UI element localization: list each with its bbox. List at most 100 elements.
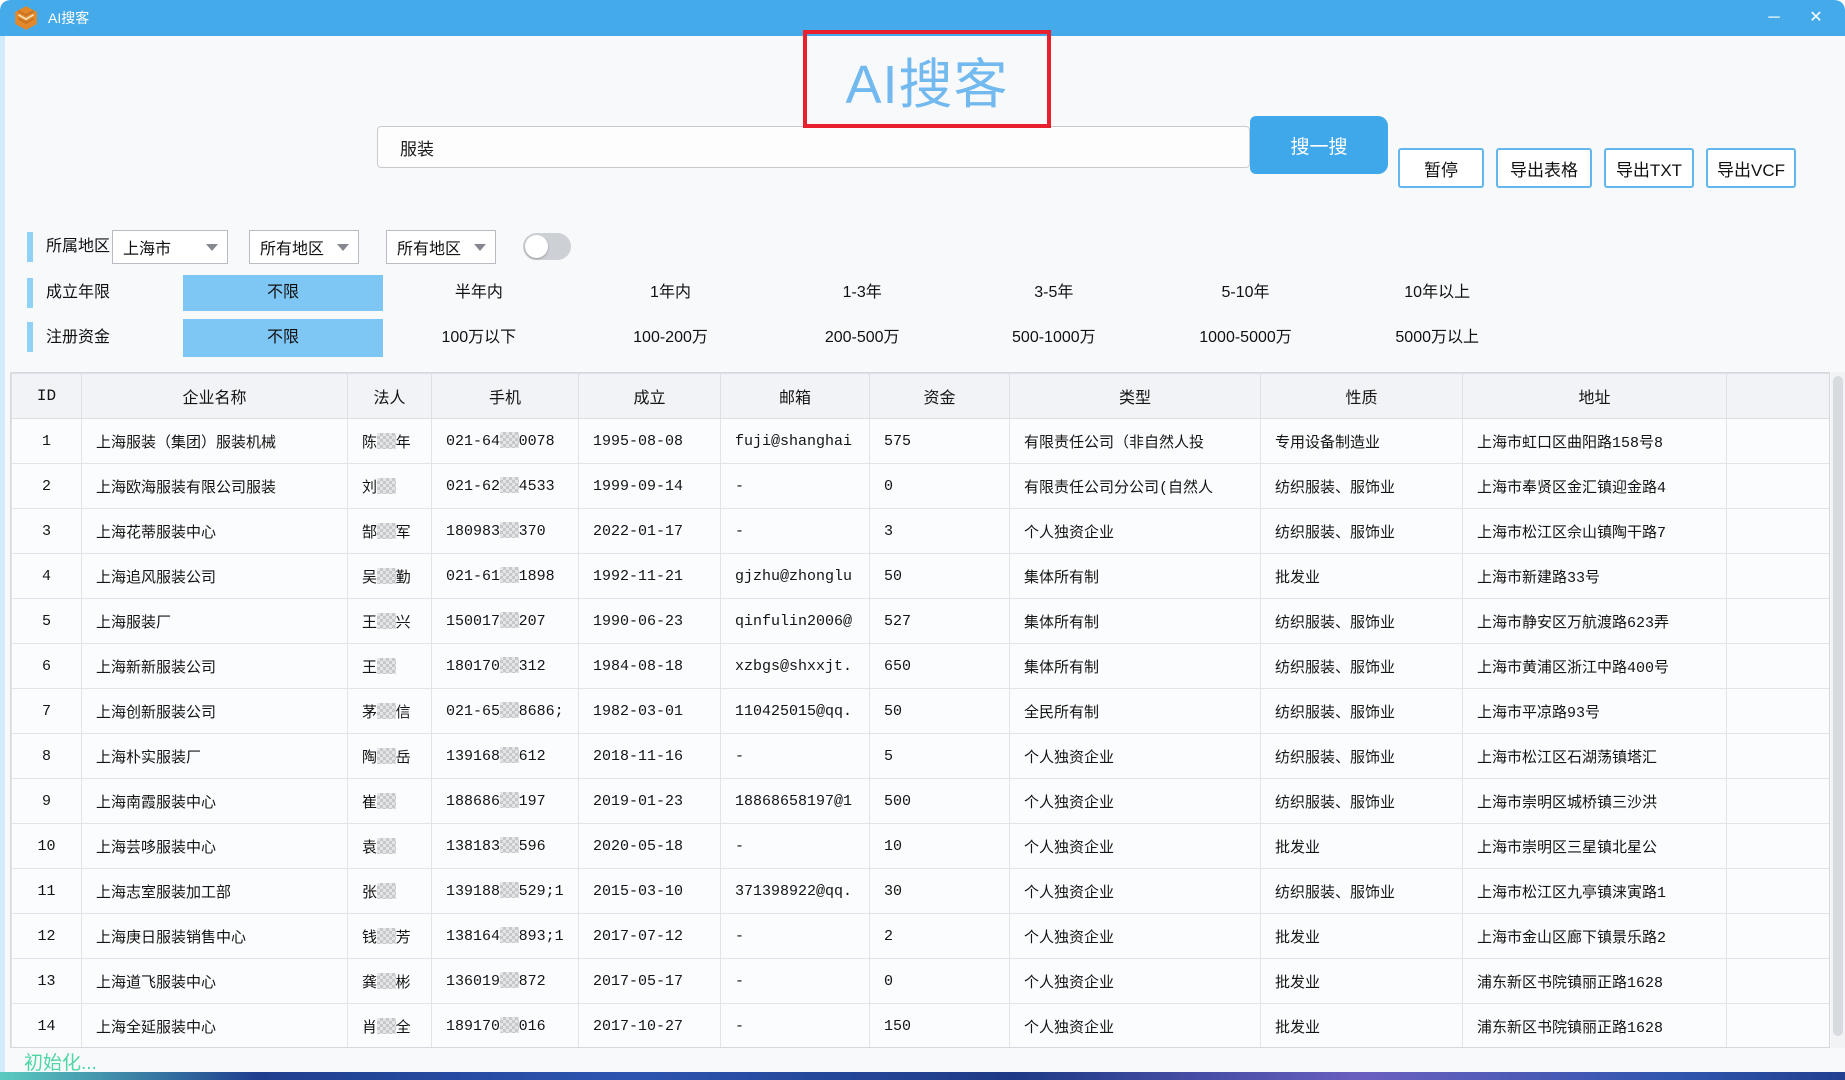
cell-extra [1727, 419, 1831, 464]
cell-phone: 021-624533 [432, 464, 579, 509]
pause-button[interactable]: 暂停 [1398, 148, 1484, 188]
cell-extra [1727, 509, 1831, 554]
export-vcf-button[interactable]: 导出VCF [1706, 148, 1796, 188]
table-row[interactable]: 6上海新新服装公司王1801703121984-08-18xzbgs@shxxj… [12, 644, 1831, 689]
province-select[interactable]: 上海市 [112, 230, 228, 264]
cell-type: 有限责任公司（非自然人投 [1010, 419, 1261, 464]
redacted-text [377, 973, 396, 989]
filter-option[interactable]: 100万以下 [383, 319, 575, 357]
cell-industry: 批发业 [1261, 1004, 1463, 1049]
search-input[interactable] [377, 126, 1250, 168]
cell-extra [1727, 554, 1831, 599]
table-row[interactable]: 2上海欧海服装有限公司服装刘021-6245331999-09-14-0有限责任… [12, 464, 1831, 509]
cell-address: 上海市松江区石湖荡镇塔汇 [1463, 734, 1727, 779]
filter-option[interactable]: 5000万以上 [1341, 319, 1533, 357]
region-accent-bar [27, 232, 33, 262]
cell-company: 上海全延服装中心 [82, 1004, 348, 1049]
cell-extra [1727, 914, 1831, 959]
export-table-button[interactable]: 导出表格 [1496, 148, 1592, 188]
filter-option[interactable]: 半年内 [383, 275, 575, 311]
cell-extra [1727, 869, 1831, 914]
column-header[interactable]: 类型 [1010, 374, 1261, 419]
column-header[interactable]: 邮箱 [721, 374, 870, 419]
capital-option-unlimited-selected[interactable]: 不限 [183, 319, 383, 357]
cell-phone: 021-658686; [432, 689, 579, 734]
cell-company: 上海新新服装公司 [82, 644, 348, 689]
column-header[interactable]: 成立 [579, 374, 721, 419]
redacted-text [500, 522, 519, 538]
table-header-row: ID企业名称法人手机成立邮箱资金类型性质地址 [12, 374, 1831, 419]
cell-capital: 150 [870, 1004, 1010, 1049]
cell-type: 个人独资企业 [1010, 959, 1261, 1004]
table-row[interactable]: 11上海志室服装加工部张139188529;12015-03-103713989… [12, 869, 1831, 914]
cell-industry: 批发业 [1261, 824, 1463, 869]
cell-legal-person: 吴勤 [348, 554, 432, 599]
table-row[interactable]: 3上海花蒂服装中心郜军1809833702022-01-17-3个人独资企业纺织… [12, 509, 1831, 554]
cell-industry: 纺织服装、服饰业 [1261, 779, 1463, 824]
table-row[interactable]: 10上海芸哆服装中心袁1381835962020-05-18-10个人独资企业批… [12, 824, 1831, 869]
table-row[interactable]: 5上海服装厂王兴1500172071990-06-23qinfulin2006@… [12, 599, 1831, 644]
table-row[interactable]: 9上海南霞服装中心崔1886861972019-01-2318868658197… [12, 779, 1831, 824]
column-header[interactable]: 地址 [1463, 374, 1727, 419]
filter-option[interactable]: 1000-5000万 [1150, 319, 1342, 357]
region-filter-label: 所属地区 [46, 230, 110, 264]
cell-email: - [721, 734, 870, 779]
cell-industry: 纺织服装、服饰业 [1261, 869, 1463, 914]
table-row[interactable]: 12上海庚日服装销售中心钱芳138164893;12017-07-12-2个人独… [12, 914, 1831, 959]
filter-option[interactable]: 200-500万 [766, 319, 958, 357]
column-header[interactable]: 资金 [870, 374, 1010, 419]
city-select-value: 所有地区 [260, 235, 324, 259]
city-select[interactable]: 所有地区 [249, 230, 359, 264]
cell-phone: 021-611898 [432, 554, 579, 599]
filter-option[interactable]: 3-5年 [958, 275, 1150, 311]
cell-id: 7 [12, 689, 82, 734]
cell-capital: 3 [870, 509, 1010, 554]
region-toggle-switch[interactable] [523, 233, 571, 260]
cell-industry: 纺织服装、服饰业 [1261, 509, 1463, 554]
cell-extra [1727, 779, 1831, 824]
column-header[interactable]: 性质 [1261, 374, 1463, 419]
column-header[interactable]: 手机 [432, 374, 579, 419]
cell-id: 2 [12, 464, 82, 509]
filter-option[interactable]: 100-200万 [575, 319, 767, 357]
table-row[interactable]: 7上海创新服装公司茅信021-658686;1982-03-0111042501… [12, 689, 1831, 734]
filter-option[interactable]: 500-1000万 [958, 319, 1150, 357]
filter-option[interactable]: 1-3年 [766, 275, 958, 311]
redacted-text [500, 747, 519, 763]
column-header[interactable]: ID [12, 374, 82, 419]
minimize-button[interactable]: ─ [1753, 0, 1795, 36]
redacted-text [377, 523, 396, 539]
column-header[interactable]: 企业名称 [82, 374, 348, 419]
vertical-scrollbar[interactable] [1831, 372, 1845, 1048]
column-header[interactable]: 法人 [348, 374, 432, 419]
cell-type: 集体所有制 [1010, 644, 1261, 689]
cell-legal-person: 王 [348, 644, 432, 689]
table-row[interactable]: 14上海全延服装中心肖全1891700162017-10-27-150个人独资企… [12, 1004, 1831, 1049]
cell-industry: 纺织服装、服饰业 [1261, 644, 1463, 689]
filter-option[interactable]: 1年内 [575, 275, 767, 311]
filter-option[interactable]: 5-10年 [1150, 275, 1342, 311]
cell-capital: 2 [870, 914, 1010, 959]
filter-option[interactable]: 10年以上 [1341, 275, 1533, 311]
table-row[interactable]: 4上海追风服装公司吴勤021-6118981992-11-21gjzhu@zho… [12, 554, 1831, 599]
table-row[interactable]: 8上海朴实服装厂陶岳1391686122018-11-16-5个人独资企业纺织服… [12, 734, 1831, 779]
cell-founded: 2017-05-17 [579, 959, 721, 1004]
cell-capital: 50 [870, 554, 1010, 599]
table-row[interactable]: 1上海服装（集团）服装机械陈年021-6400781995-08-08fuji@… [12, 419, 1831, 464]
close-button[interactable]: ✕ [1795, 0, 1837, 36]
cell-email: - [721, 1004, 870, 1049]
scrollbar-thumb[interactable] [1833, 376, 1843, 1036]
app-window: AI搜客 ─ ✕ AI搜客 搜一搜 暂停 导出表格 导出TXT 导出VCF 所属… [0, 0, 1845, 1080]
cell-legal-person: 龚彬 [348, 959, 432, 1004]
cell-industry: 纺织服装、服饰业 [1261, 689, 1463, 734]
years-option-unlimited-selected[interactable]: 不限 [183, 275, 383, 311]
table-row[interactable]: 13上海道飞服装中心龚彬1360198722017-05-17-0个人独资企业批… [12, 959, 1831, 1004]
district-select[interactable]: 所有地区 [386, 230, 496, 264]
cell-industry: 专用设备制造业 [1261, 419, 1463, 464]
export-txt-button[interactable]: 导出TXT [1604, 148, 1694, 188]
cell-capital: 0 [870, 959, 1010, 1004]
cell-capital: 5 [870, 734, 1010, 779]
search-button[interactable]: 搜一搜 [1250, 116, 1388, 174]
cell-company: 上海芸哆服装中心 [82, 824, 348, 869]
cell-phone: 180170312 [432, 644, 579, 689]
